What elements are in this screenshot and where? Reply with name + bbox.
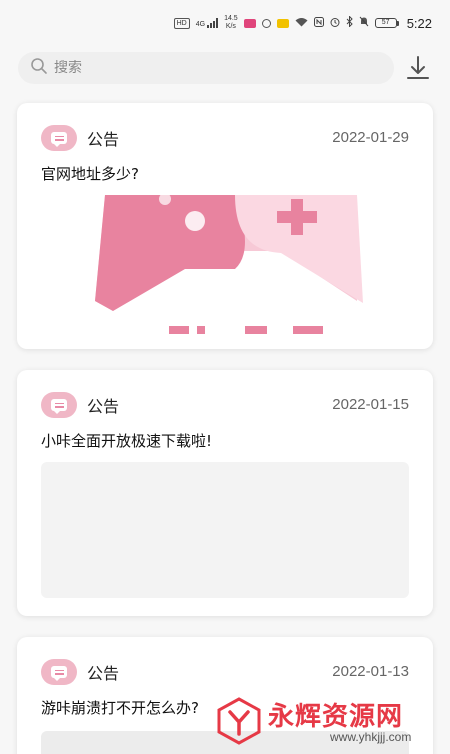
battery-level: 57 bbox=[374, 18, 397, 28]
message-icon bbox=[41, 659, 77, 685]
card-date: 2022-01-29 bbox=[332, 129, 409, 146]
message-icon bbox=[41, 125, 77, 151]
card-title: 官网地址多少? bbox=[41, 165, 139, 183]
watermark-text: 永辉资源网 bbox=[268, 702, 404, 732]
card-date: 2022-01-13 bbox=[332, 663, 409, 680]
card-header: 公告 bbox=[41, 659, 119, 685]
card-header: 公告 bbox=[41, 392, 119, 418]
mute-icon bbox=[359, 16, 369, 30]
bluetooth-icon bbox=[346, 15, 353, 30]
clock: 5:22 bbox=[406, 15, 432, 31]
ring-icon bbox=[261, 18, 271, 28]
app-notification-icon bbox=[243, 18, 256, 28]
watermark-url: www.yhkjjj.com bbox=[330, 730, 412, 744]
wifi-icon bbox=[295, 17, 308, 30]
image-placeholder bbox=[41, 462, 409, 598]
message-icon bbox=[41, 392, 77, 418]
card-title: 游咔崩溃打不开怎么办? bbox=[41, 699, 199, 717]
download-button[interactable] bbox=[404, 54, 432, 82]
gamepad-image bbox=[95, 193, 363, 334]
announcement-card[interactable]: 公告 2022-01-15 小咔全面开放极速下载啦! bbox=[17, 370, 433, 616]
hd-indicator: HD bbox=[173, 17, 190, 29]
announcement-card[interactable]: 公告 2022-01-29 官网地址多少? bbox=[17, 103, 433, 349]
nfc-icon bbox=[313, 16, 324, 30]
search-input[interactable] bbox=[54, 60, 374, 76]
speed-value: 14.5 bbox=[224, 15, 238, 22]
watermark: 永辉资源网 www.yhkjjj.com bbox=[212, 694, 444, 750]
network-speed: 14.5 K/s bbox=[224, 15, 238, 31]
watermark-logo bbox=[217, 697, 261, 745]
status-bar: HD 4G 14.5 K/s 57 5:22 bbox=[0, 0, 450, 46]
alarm-icon bbox=[330, 17, 340, 30]
signal-icon: 4G bbox=[195, 18, 219, 28]
card-date: 2022-01-15 bbox=[332, 396, 409, 413]
speed-unit: K/s bbox=[225, 23, 236, 30]
card-title: 小咔全面开放极速下载啦! bbox=[41, 432, 213, 450]
card-header: 公告 bbox=[41, 125, 119, 151]
search-bar[interactable] bbox=[18, 52, 394, 84]
app-notification-icon bbox=[276, 18, 289, 28]
download-icon bbox=[407, 56, 429, 79]
card-tag: 公告 bbox=[87, 664, 120, 683]
network-type: 4G bbox=[195, 21, 206, 28]
battery-icon: 57 bbox=[374, 18, 399, 28]
card-tag: 公告 bbox=[87, 397, 120, 416]
search-icon bbox=[30, 57, 48, 79]
card-tag: 公告 bbox=[87, 130, 120, 149]
